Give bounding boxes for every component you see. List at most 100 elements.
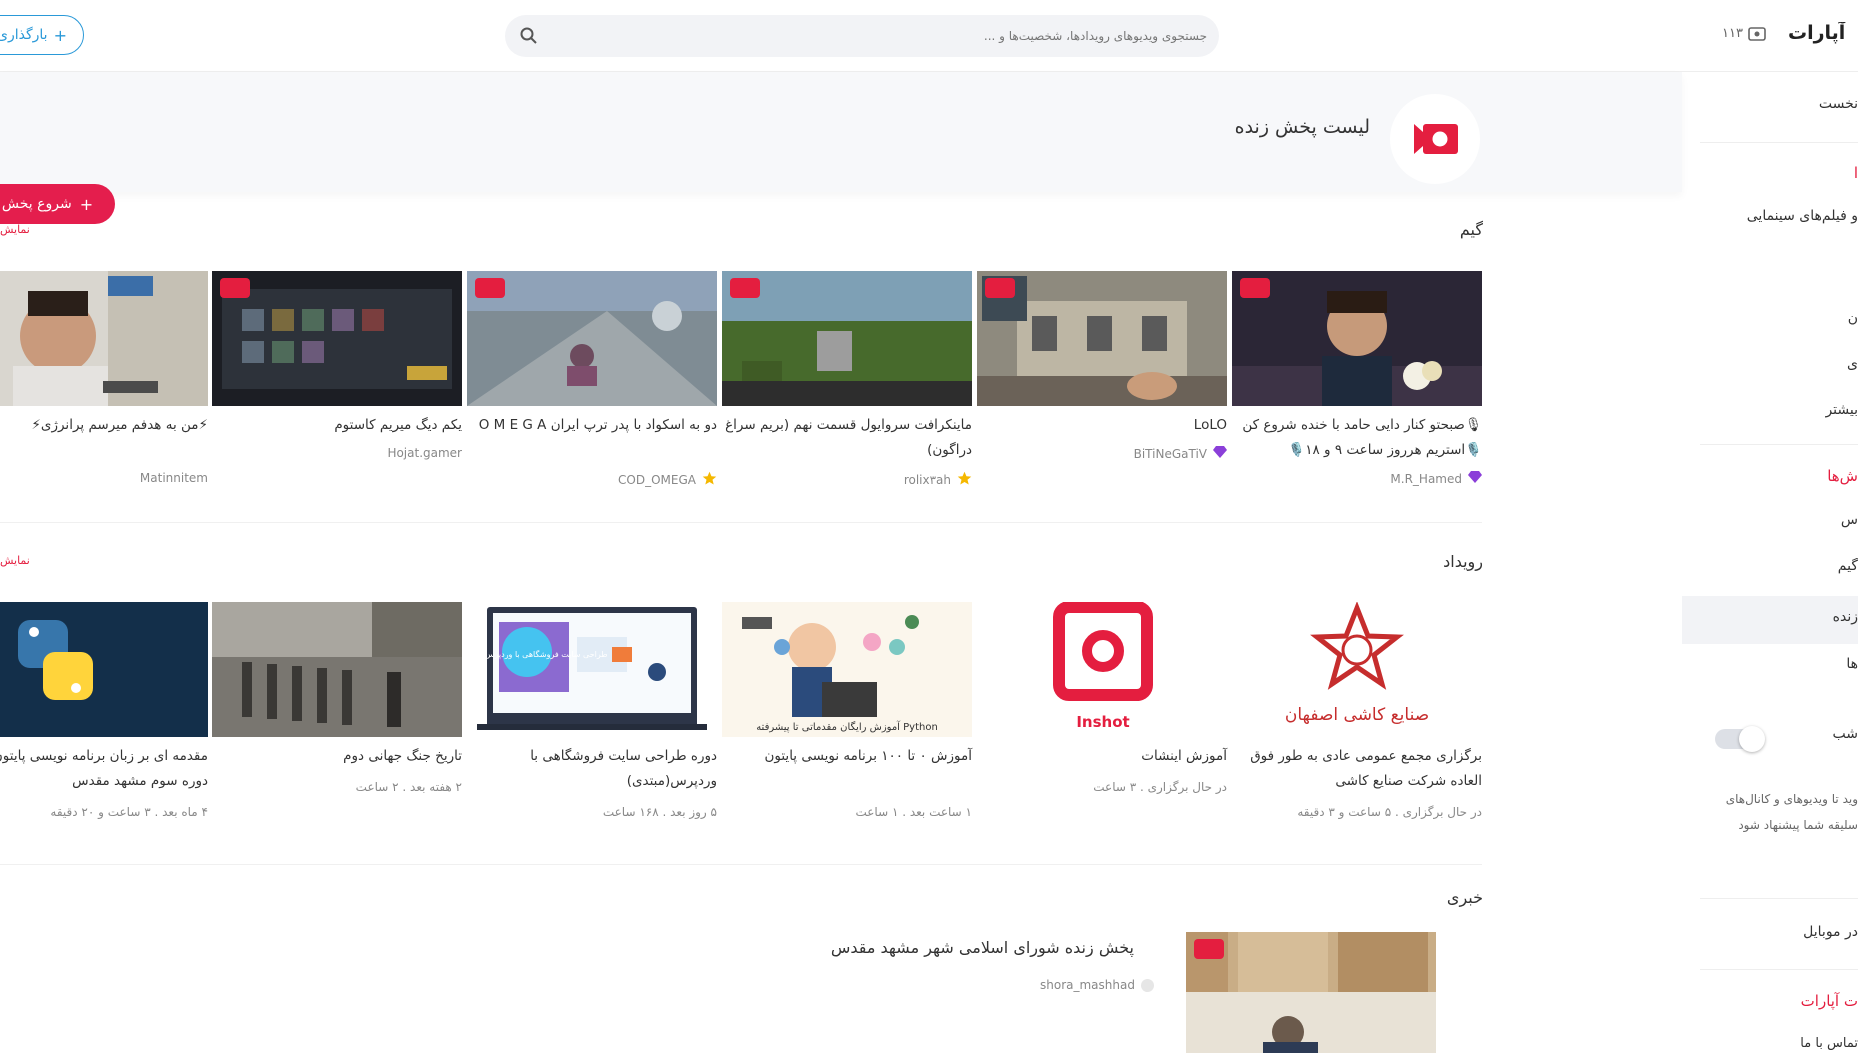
event-card[interactable]: طراحی سایت فروشگاهی با وردپرس (مبتدی) دور… (467, 602, 717, 832)
event-card[interactable]: Python آموزش رایگان مقدماتی تا پیشرفته آم… (722, 602, 972, 832)
live-count[interactable]: ۱۱۳ (1722, 26, 1766, 41)
sidebar-item[interactable]: س (1841, 512, 1858, 528)
show-all-game[interactable]: نمایش (0, 223, 30, 236)
event-title[interactable]: مقدمه ای بر زبان برنامه نویسی پایتون (۱)… (0, 744, 208, 794)
event-card[interactable]: صنایع کاشی اصفهان برگزاری مجمع عمومی عادی… (1232, 602, 1482, 832)
sidebar-section-heading: ت آپارات (1800, 992, 1858, 1010)
channel-name[interactable]: M.R_Hamed (1390, 472, 1462, 486)
event-schedule: ۲ هفته بعد . ۲ ساعت (355, 780, 462, 794)
event-card[interactable]: Inshot آموزش اینشات در حال برگزاری . ۳ ساع… (977, 602, 1227, 832)
event-schedule: ۵ روز بعد . ۱۶۸ ساعت (602, 805, 717, 819)
search-icon[interactable] (519, 26, 539, 46)
sidebar-item-home[interactable]: نخست (1819, 96, 1858, 112)
live-stream-card[interactable]: یکم دیگ میریم کاستوم Hojat.gamer (212, 271, 462, 501)
event-thumbnail[interactable] (212, 602, 462, 737)
event-thumbnail[interactable]: Python آموزش رایگان مقدماتی تا پیشرفته (722, 602, 972, 737)
stream-thumbnail[interactable] (0, 271, 208, 406)
event-card[interactable]: تاریخ جنگ جهانی دوم ۲ هفته بعد . ۲ ساعت (212, 602, 462, 832)
stream-title[interactable]: ⚡من به هدفم میرسم پرانرژی⚡ (0, 413, 208, 438)
stream-meta: COD_OMEGA (467, 471, 717, 489)
event-schedule: در حال برگزاری . ۵ ساعت و ۳ دقیقه (1297, 805, 1482, 819)
logo[interactable]: آپارات (1788, 22, 1858, 44)
channel-name[interactable]: Matinnitem (140, 471, 208, 485)
search-input[interactable] (557, 15, 1207, 57)
sidebar-item-game[interactable]: گیم (1838, 558, 1858, 574)
live-count-value: ۱۱۳ (1722, 26, 1743, 41)
toggle-knob (1739, 726, 1765, 752)
sidebar-item[interactable]: ی (1847, 356, 1858, 372)
stream-thumbnail[interactable] (467, 271, 717, 406)
start-live-button[interactable]: + شروع پخش (0, 184, 115, 224)
live-camera-icon (1748, 26, 1766, 41)
news-card[interactable] (1186, 932, 1436, 1053)
top-header: + بارگذاری ۱۱۳ آپارات (0, 0, 1858, 72)
sidebar-item-mobile[interactable]: در موبایل (1803, 924, 1858, 940)
sidebar-section-heading: ا (1853, 164, 1858, 182)
sidebar-item-live[interactable]: زنده (1682, 596, 1858, 644)
stream-title[interactable]: یکم دیگ میریم کاستوم (212, 413, 462, 438)
stream-thumbnail[interactable] (212, 271, 462, 406)
stream-title[interactable]: ماینکرافت سروایول قسمت نهم (بریم سراغ در… (722, 413, 972, 463)
event-thumbnail[interactable]: طراحی سایت فروشگاهی با وردپرس (مبتدی) (467, 602, 717, 737)
channel-name[interactable]: Hojat.gamer (387, 446, 462, 460)
start-live-label: شروع پخش (1, 196, 72, 212)
section-title-game[interactable]: گیم (1460, 220, 1483, 239)
event-thumbnail[interactable]: f(x,y) = b.push(x[i])function(a, b) { (0, 602, 208, 737)
show-all-event[interactable]: نمایش (0, 554, 30, 567)
verified-icon (1140, 978, 1154, 992)
stream-thumbnail[interactable] (722, 271, 972, 406)
live-stream-card[interactable]: 🎙صبحتو کنار دایی حامد با خنده شروع کن🎙️ا… (1232, 271, 1482, 501)
sidebar-item[interactable]: ها (1846, 656, 1858, 672)
plus-icon: + (53, 25, 67, 45)
night-mode-toggle[interactable] (1715, 726, 1765, 752)
section-title-event[interactable]: رویداد (1443, 552, 1483, 571)
event-title[interactable]: آموزش اینشات (977, 744, 1227, 769)
event-meta: ۵ روز بعد . ۱۶۸ ساعت (467, 805, 717, 819)
section-title-news[interactable]: خبری (1447, 888, 1483, 907)
live-list-banner: + شروع پخش (0, 72, 1682, 224)
news-channel[interactable]: shora_mashhad (1040, 978, 1135, 992)
event-thumbnail[interactable]: صنایع کاشی اصفهان (1232, 602, 1482, 737)
stream-thumbnail[interactable] (1232, 271, 1482, 406)
sidebar-item-contact[interactable]: تماس با ما (1800, 1036, 1858, 1051)
news-thumbnail[interactable] (1186, 932, 1436, 1053)
channel-name[interactable]: COD_OMEGA (618, 473, 696, 487)
live-badge (220, 278, 250, 298)
event-title[interactable]: تاریخ جنگ جهانی دوم (212, 744, 462, 769)
upload-button-label: بارگذاری (0, 27, 48, 43)
stream-thumbnail[interactable] (977, 271, 1227, 406)
live-stream-card[interactable]: ⚡من به هدفم میرسم پرانرژی⚡ Matinnitem (0, 271, 208, 501)
channel-name[interactable]: BiTiNeGaTiV (1134, 447, 1207, 461)
stream-title[interactable]: LoLO (977, 413, 1227, 438)
sidebar-item[interactable]: ن (1848, 310, 1858, 326)
sidebar-divider (1700, 444, 1858, 445)
upload-button[interactable]: + بارگذاری (0, 15, 84, 55)
live-stream-card[interactable]: LoLO BiTiNeGaTiV (977, 271, 1227, 501)
live-stream-card[interactable]: دو به اسکواد با پدر ترپ ایران O M E G A C… (467, 271, 717, 501)
live-list-icon (1390, 94, 1480, 184)
stream-title[interactable]: 🎙صبحتو کنار دایی حامد با خنده شروع کن🎙️ا… (1232, 413, 1482, 463)
event-title[interactable]: برگزاری مجمع عمومی عادی به طور فوق العاد… (1232, 744, 1482, 794)
inshot-text: Inshot (1076, 713, 1129, 731)
stream-meta: Hojat.gamer (212, 446, 462, 460)
live-camera-icon (1414, 124, 1458, 154)
event-title[interactable]: آموزش ۰ تا ۱۰۰ برنامه نویسی پایتون (722, 744, 972, 769)
live-badge (1240, 278, 1270, 298)
sidebar-section-heading: ش‌ها (1827, 467, 1858, 485)
python-caption-text: Python آموزش رایگان مقدماتی تا پیشرفته (756, 720, 938, 733)
event-thumbnail[interactable]: Inshot (977, 602, 1227, 737)
news-title[interactable]: پخش زنده شورای اسلامی شهر مشهد مقدس (831, 938, 1134, 957)
event-card[interactable]: f(x,y) = b.push(x[i])function(a, b) { مقد… (0, 602, 208, 832)
event-title[interactable]: دوره طراحی سایت فروشگاهی با وردپرس(مبتدی… (467, 744, 717, 794)
section-divider (0, 522, 1482, 523)
stream-meta: BiTiNeGaTiV (977, 446, 1227, 461)
sidebar-item-films[interactable]: و فیلم‌های سینمایی (1747, 208, 1858, 224)
live-stream-card[interactable]: ماینکرافت سروایول قسمت نهم (بریم سراغ در… (722, 271, 972, 501)
stream-title[interactable]: دو به اسکواد با پدر ترپ ایران O M E G A (467, 413, 717, 438)
channel-name[interactable]: rolix۳ah (904, 473, 951, 487)
diamond-icon (1213, 446, 1227, 461)
sidebar-item-more[interactable]: بیشتر (1825, 402, 1858, 418)
stream-meta: rolix۳ah (722, 471, 972, 489)
night-mode-label: شب (1832, 726, 1858, 742)
search-bar[interactable] (505, 15, 1219, 57)
